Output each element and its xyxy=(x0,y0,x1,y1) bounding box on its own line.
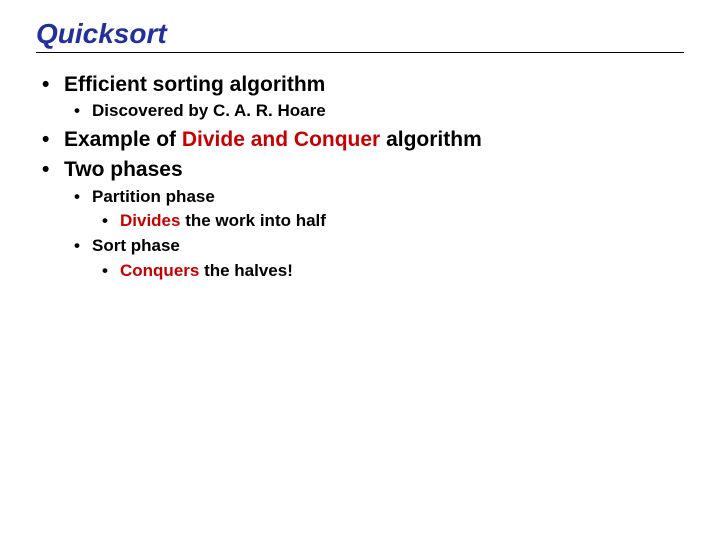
bullet-hoare: Discovered by C. A. R. Hoare xyxy=(64,99,684,124)
bullet-list: Efficient sorting algorithm Discovered b… xyxy=(36,71,684,283)
bullet-text-post: the halves! xyxy=(199,261,293,280)
bullet-divides: Divides the work into half xyxy=(92,209,684,234)
bullet-text: Partition phase xyxy=(92,187,215,206)
title-underline xyxy=(36,52,684,53)
bullet-text: Sort phase xyxy=(92,236,180,255)
bullet-text-red: Conquers xyxy=(120,261,199,280)
bullet-text: Discovered by C. A. R. Hoare xyxy=(92,101,326,120)
bullet-text-post: the work into half xyxy=(180,211,325,230)
slide-title: Quicksort xyxy=(36,18,684,50)
bullet-conquers: Conquers the halves! xyxy=(92,259,684,284)
bullet-text-red: Divides xyxy=(120,211,180,230)
bullet-text-pre: Example of xyxy=(64,128,182,151)
bullet-text: Two phases xyxy=(64,158,183,181)
bullet-text-post: algorithm xyxy=(380,128,482,151)
bullet-efficient: Efficient sorting algorithm Discovered b… xyxy=(36,71,684,124)
bullet-partition-phase: Partition phase Divides the work into ha… xyxy=(64,185,684,234)
bullet-text: Efficient sorting algorithm xyxy=(64,73,325,96)
slide: Quicksort Efficient sorting algorithm Di… xyxy=(0,0,720,321)
bullet-sort-phase: Sort phase Conquers the halves! xyxy=(64,234,684,283)
bullet-divide-conquer: Example of Divide and Conquer algorithm xyxy=(36,126,684,154)
bullet-text-red: Divide and Conquer xyxy=(182,128,380,151)
bullet-two-phases: Two phases Partition phase Divides the w… xyxy=(36,156,684,283)
